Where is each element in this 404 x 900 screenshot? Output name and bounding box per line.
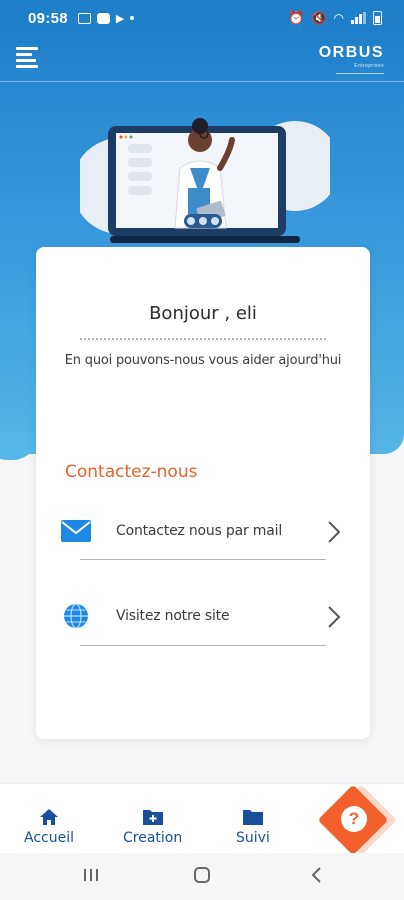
play-store-icon: ▶ [115,12,125,25]
system-nav-bar [0,853,404,900]
nav-suivi[interactable]: Suivi [236,808,270,846]
logo-main-text: ORBUS [318,44,384,61]
recent-apps-icon[interactable] [82,866,100,884]
chevron-right-icon [328,606,341,628]
nav-creation-label: Creation [123,830,183,846]
contact-mail-option[interactable]: Contactez nous par mail [60,509,342,559]
welcome-card: Bonjour , eli En quoi pouvons-nous vous … [36,247,370,739]
row-divider [80,559,326,560]
folder-icon [242,810,263,825]
nav-accueil[interactable]: Accueil [24,808,74,846]
battery-icon [373,11,382,25]
chevron-right-icon [328,521,341,543]
brand-logo: ORBUS Entreprises [319,44,384,74]
home-button-icon[interactable] [193,866,211,884]
help-subtitle: En quoi pouvons-nous vous aider ajourd'h… [64,353,342,368]
folder-plus-icon [142,810,163,825]
visit-site-label: Visitez notre site [116,608,230,624]
wifi-icon: ◠ [333,11,344,25]
dot-icon [130,16,135,20]
doctor-laptop-illustration [80,118,330,243]
contact-section-title: Contactez-nous [65,462,198,482]
dotted-divider [80,338,326,340]
notification-icons: ▶ [77,12,135,25]
app-header: ORBUS Entreprises [0,36,404,82]
gallery-icon [77,12,91,24]
mute-icon: 🔇 [311,11,327,25]
signal-icon [351,12,366,24]
youtube-icon [96,12,110,24]
menu-icon [16,47,38,50]
help-icon[interactable]: ? [341,806,367,832]
status-time: 09:58 [28,9,68,27]
mail-icon [60,515,92,547]
system-status-icons: ⏰ 🔇 ◠ [288,10,382,26]
home-icon [40,809,58,825]
contact-mail-label: Contactez nous par mail [116,523,283,539]
visit-site-option[interactable]: Visitez notre site [60,594,342,644]
logo-sub-text: Entreprises [354,63,384,69]
nav-suivi-label: Suivi [236,830,270,846]
row-divider [80,645,326,646]
nav-creation[interactable]: Creation [123,808,182,846]
globe-icon [60,600,92,632]
back-icon[interactable] [308,866,326,884]
greeting-text: Bonjour , eli [149,303,257,324]
nav-accueil-label: Accueil [24,830,74,846]
menu-button[interactable] [16,47,40,69]
status-bar: 09:58 ▶ ⏰ 🔇 ◠ [0,0,404,36]
alarm-icon: ⏰ [288,10,305,25]
